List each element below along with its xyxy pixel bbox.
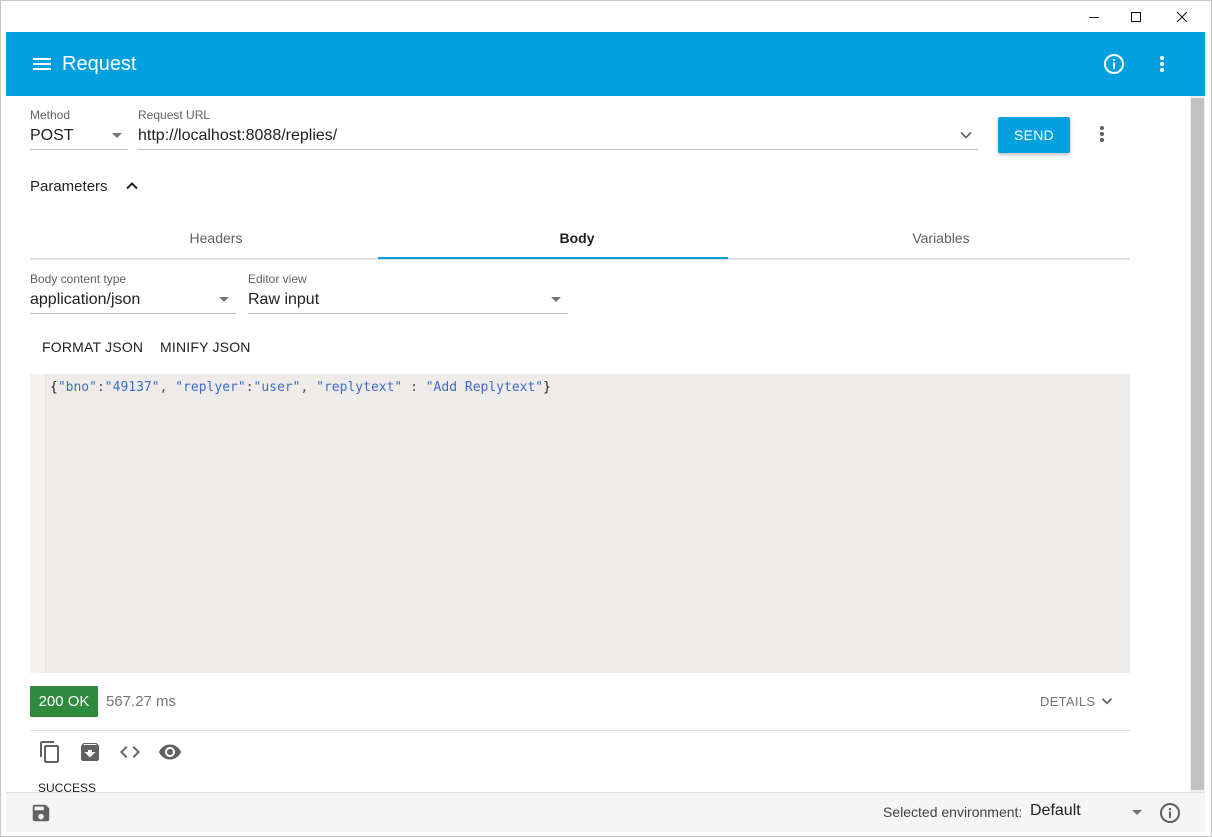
content-type-label: Body content type [30,272,127,286]
tab-body[interactable]: Body [402,216,752,260]
request-more-icon[interactable] [1090,122,1114,146]
app-window: Request Method POST Request URL http://l… [0,0,1212,837]
tab-headers[interactable]: Headers [30,216,402,260]
url-input[interactable]: http://localhost:8088/replies/ [138,126,337,146]
content-type-underline [30,313,236,314]
environment-select[interactable]: Default [1030,802,1081,820]
scrollbar-thumb[interactable] [1191,98,1204,790]
method-dropdown-icon[interactable] [112,133,122,138]
url-underline [138,149,978,150]
content-type-dropdown-icon[interactable] [219,297,229,302]
response-divider [30,730,1130,731]
code-colon: : [245,380,254,395]
code-key: "bno" [57,380,97,395]
close-button[interactable] [1159,1,1205,32]
window-titlebar [1,1,1211,32]
menu-icon[interactable] [30,52,54,76]
more-vert-icon[interactable] [1150,52,1174,76]
code-brace-close: } [543,380,551,395]
editor-gutter [30,374,46,673]
editor-view-select[interactable]: Raw input [248,290,319,310]
preview-icon[interactable] [158,740,182,764]
response-time: 567.27 ms [106,693,177,710]
code-value: "49137" [104,380,160,395]
minimize-button[interactable] [1071,1,1117,32]
app-bar: Request [6,32,1205,96]
method-label: Method [30,108,71,122]
active-tab-indicator [378,257,728,259]
format-json-button[interactable]: FORMAT JSON [42,339,143,355]
maximize-button[interactable] [1113,1,1159,32]
method-select[interactable]: POST [30,126,74,146]
environment-info-icon[interactable] [1158,801,1182,825]
minimize-icon [1089,16,1099,18]
save-icon[interactable] [30,802,52,824]
editor-view-dropdown-icon[interactable] [551,297,561,302]
environment-label: Selected environment: [883,804,1023,820]
response-body-text: SUCCESS [38,781,97,792]
parameters-tabs: Headers Body Variables [30,216,1130,260]
chevron-down-icon[interactable] [1098,692,1116,710]
status-badge: 200 OK [30,686,98,717]
environment-dropdown-icon[interactable] [1132,810,1142,815]
copy-icon[interactable] [38,740,62,764]
url-label: Request URL [138,108,211,122]
tab-variables[interactable]: Variables [752,216,1130,260]
body-editor[interactable]: {"bno":"49137", "replyer":"user", "reply… [30,374,1130,673]
method-underline [30,149,128,150]
code-separator: , [159,380,176,395]
content-type-select[interactable]: application/json [30,290,140,310]
code-separator: , [300,380,317,395]
editor-view-underline [248,313,568,314]
code-value: "user" [253,380,301,395]
editor-view-label: Editor view [248,272,307,286]
code-colon: : [96,380,105,395]
chevron-up-icon[interactable] [122,176,142,196]
parameters-label[interactable]: Parameters [30,178,108,195]
send-button[interactable]: SEND [998,117,1070,153]
info-icon[interactable] [1102,52,1126,76]
code-key: "replyer" [175,380,246,395]
save-response-icon[interactable] [78,740,102,764]
maximize-icon [1131,11,1141,22]
details-button[interactable]: DETAILS [1040,694,1095,709]
body-code[interactable]: {"bno":"49137", "replyer":"user", "reply… [50,380,551,396]
code-brace-open: { [50,380,58,395]
code-key: "replytext" [316,380,403,395]
url-history-chevron-icon[interactable] [956,125,976,145]
code-icon[interactable] [118,740,142,764]
code-colon: : [402,380,426,395]
close-icon [1176,11,1188,22]
page-title: Request [62,53,137,75]
request-panel: Method POST Request URL http://localhost… [6,96,1190,792]
code-value: "Add Replytext" [425,380,544,395]
footer-bar: Selected environment: Default [6,792,1205,832]
minify-json-button[interactable]: MINIFY JSON [160,339,251,355]
